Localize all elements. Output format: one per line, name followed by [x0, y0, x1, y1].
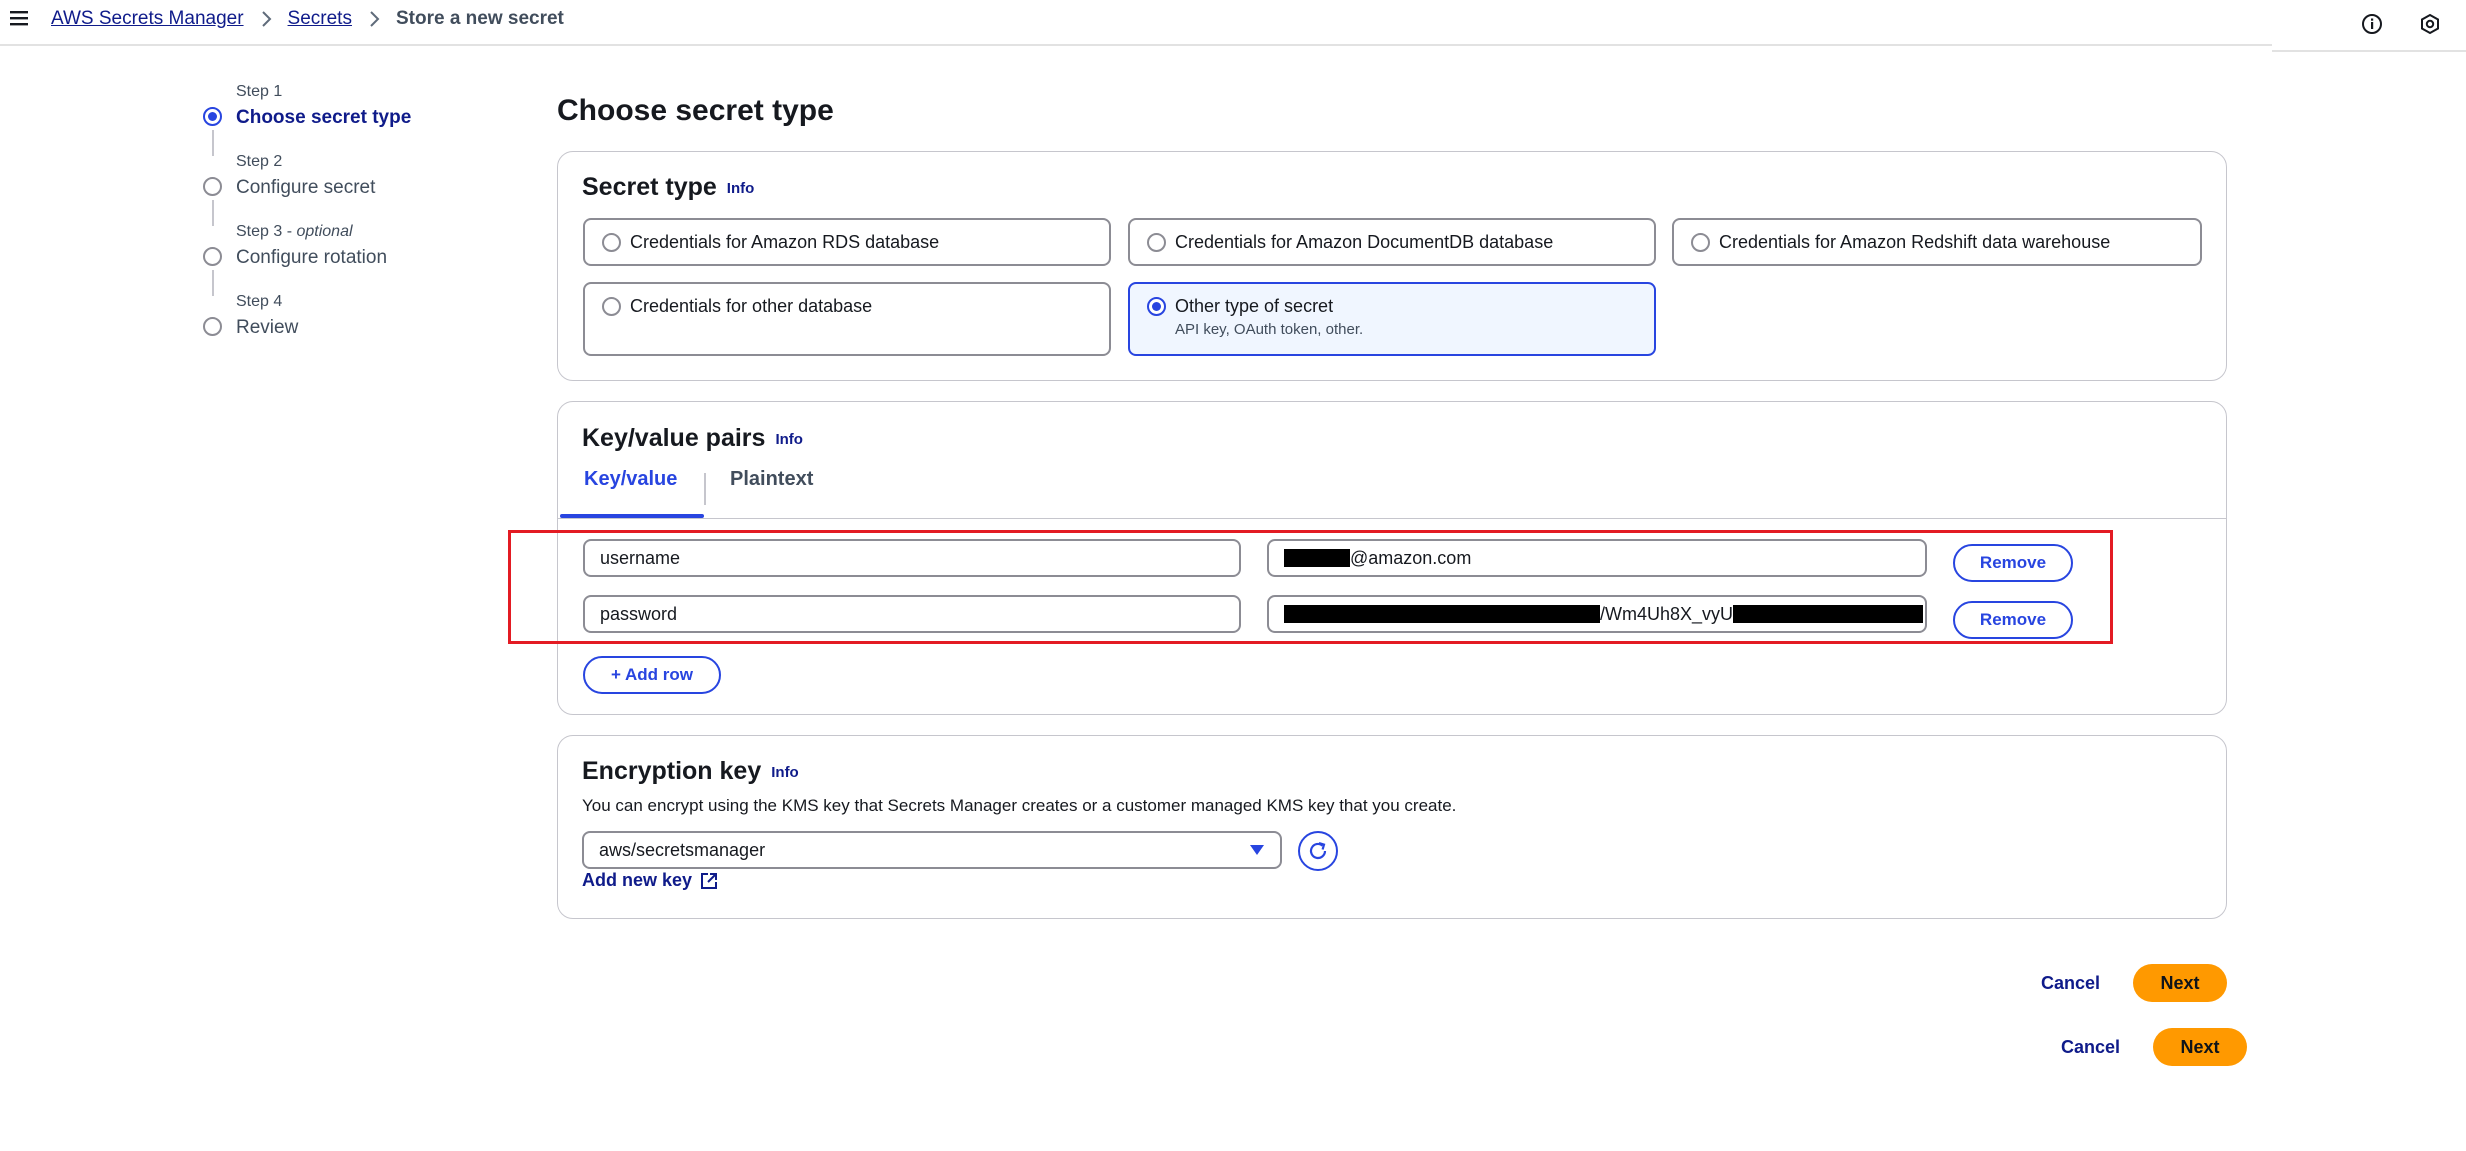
top-divider: [0, 44, 2272, 46]
radio-button[interactable]: [602, 297, 621, 316]
secret-type-title: Secret type Info: [582, 173, 755, 201]
top-divider-right: [2272, 50, 2466, 52]
option-other-secret[interactable]: Other type of secret API key, OAuth toke…: [1128, 282, 1656, 356]
step-connector: [212, 270, 214, 296]
breadcrumb-secrets-manager[interactable]: AWS Secrets Manager: [51, 8, 244, 30]
chevron-right-icon: [261, 11, 271, 27]
breadcrumb-secrets[interactable]: Secrets: [288, 8, 352, 30]
step-title: Choose secret type: [236, 107, 412, 128]
menu-icon[interactable]: [8, 7, 30, 29]
option-other-database[interactable]: Credentials for other database: [583, 282, 1111, 356]
step-label: Step 1: [236, 83, 283, 100]
tab-separator: [704, 473, 706, 505]
add-new-key-label: Add new key: [582, 870, 693, 890]
top-bar: AWS Secrets Manager Secrets Store a new …: [0, 0, 2466, 52]
encryption-title: Encryption key Info: [582, 757, 799, 785]
active-tab-indicator: [560, 514, 704, 518]
breadcrumb-current: Store a new secret: [395, 8, 564, 29]
step-indicator: [203, 317, 222, 336]
radio-button[interactable]: [602, 233, 621, 252]
step-title: Configure rotation: [236, 247, 388, 268]
radio-button[interactable]: [1691, 233, 1710, 252]
step-connector: [212, 200, 214, 226]
chevron-right-icon: [370, 11, 380, 27]
next-button[interactable]: Next: [2133, 964, 2227, 1002]
refresh-button[interactable]: [1298, 831, 1338, 871]
caret-down-icon: [1250, 845, 1264, 855]
option-redshift[interactable]: Credentials for Amazon Redshift data war…: [1672, 218, 2202, 266]
step-indicator: [203, 247, 222, 266]
refresh-icon: [1309, 841, 1327, 860]
step-label: Step 3 - optional: [236, 223, 353, 240]
page-title: Choose secret type: [557, 94, 834, 127]
next-button[interactable]: Next: [2153, 1028, 2247, 1066]
step-title: Review: [236, 317, 299, 338]
encryption-helper-text: You can encrypt using the KMS key that S…: [582, 796, 1457, 815]
radio-button-selected[interactable]: [1147, 297, 1166, 316]
step-label: Step 4: [236, 293, 283, 310]
secret-type-info-link[interactable]: Info: [727, 180, 755, 197]
encryption-card: Encryption key Info You can encrypt using…: [557, 735, 2227, 919]
step-title: Configure secret: [236, 177, 376, 198]
kms-key-select[interactable]: aws/secretsmanager: [582, 831, 1282, 869]
add-row-button[interactable]: + Add row: [583, 656, 721, 694]
tab-plaintext[interactable]: Plaintext: [730, 468, 813, 491]
option-label: Credentials for Amazon DocumentDB databa…: [1175, 232, 1554, 252]
option-documentdb[interactable]: Credentials for Amazon DocumentDB databa…: [1128, 218, 1656, 266]
option-description: API key, OAuth token, other.: [1175, 321, 1364, 338]
key-value-title: Key/value pairs Info: [582, 424, 803, 452]
external-link-icon: [701, 872, 718, 889]
cancel-button[interactable]: Cancel: [2041, 973, 2100, 994]
encryption-info-link[interactable]: Info: [771, 764, 799, 781]
key-value-info-link[interactable]: Info: [775, 431, 803, 448]
tab-key-value[interactable]: Key/value: [584, 468, 677, 491]
option-rds[interactable]: Credentials for Amazon RDS database: [583, 218, 1111, 266]
step-indicator: [203, 177, 222, 196]
selected-key: aws/secretsmanager: [599, 839, 766, 860]
option-label: Credentials for Amazon Redshift data war…: [1719, 232, 2111, 252]
tabs-divider: [558, 518, 2226, 519]
step-indicator: [203, 107, 222, 126]
highlight-box: [508, 530, 2113, 644]
option-label: Credentials for other database: [630, 296, 873, 316]
info-circle-icon[interactable]: [2361, 13, 2383, 35]
radio-button[interactable]: [1147, 233, 1166, 252]
option-label: Credentials for Amazon RDS database: [630, 232, 940, 252]
breadcrumb: AWS Secrets Manager Secrets Store a new …: [51, 7, 564, 31]
step-connector: [212, 130, 214, 156]
option-label: Other type of secret: [1175, 296, 1334, 316]
step-label: Step 2: [236, 153, 283, 170]
settings-hex-icon[interactable]: [2419, 13, 2441, 35]
add-new-key-link[interactable]: Add new key: [582, 870, 718, 891]
cancel-button[interactable]: Cancel: [2061, 1037, 2120, 1058]
secret-type-card: Secret type Info Credentials for Amazon R…: [557, 151, 2227, 381]
